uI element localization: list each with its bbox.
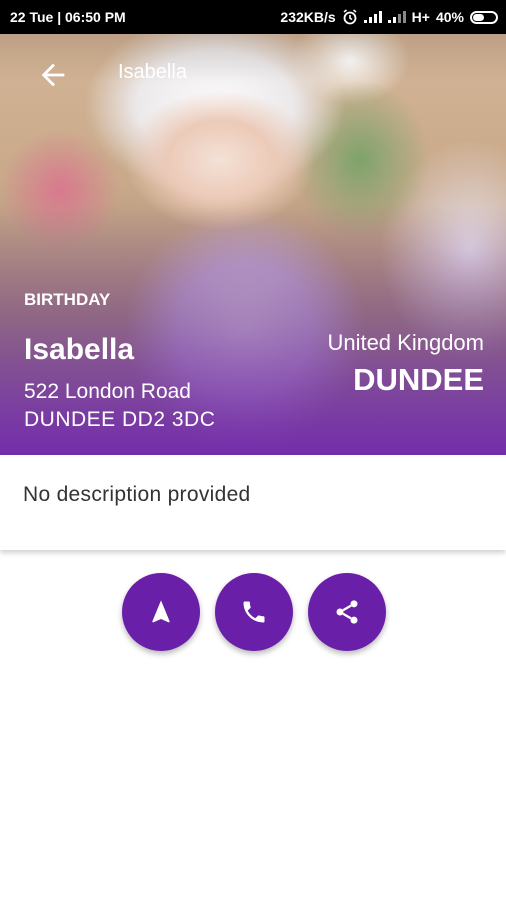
person-name: Isabella bbox=[24, 333, 135, 366]
network-type: H+ bbox=[411, 9, 430, 25]
arrow-left-icon bbox=[41, 63, 65, 87]
back-button[interactable] bbox=[36, 58, 70, 92]
address-line-1: 522 London Road bbox=[24, 380, 191, 403]
status-date-time: 22 Tue | 06:50 PM bbox=[10, 9, 126, 25]
navigation-icon bbox=[152, 600, 170, 623]
event-type-label: BIRTHDAY bbox=[24, 290, 111, 309]
status-bar: 22 Tue | 06:50 PM 232KB/s H+ 40% bbox=[0, 0, 506, 34]
signal-icon bbox=[363, 11, 382, 23]
description-text: No description provided bbox=[23, 483, 251, 506]
description-card: No description provided bbox=[0, 455, 506, 550]
city-label: DUNDEE bbox=[353, 362, 484, 397]
status-icons: 232KB/s H+ 40% bbox=[280, 9, 498, 25]
share-button[interactable] bbox=[308, 573, 386, 651]
call-button[interactable] bbox=[215, 573, 293, 651]
battery-percent: 40% bbox=[435, 9, 464, 25]
share-icon bbox=[336, 600, 358, 624]
network-speed: 232KB/s bbox=[280, 9, 336, 25]
battery-icon bbox=[470, 10, 498, 24]
navigate-button[interactable] bbox=[122, 573, 200, 651]
page-title: Isabella bbox=[118, 61, 187, 83]
address-line-2: DUNDEE DD2 3DC bbox=[24, 408, 216, 431]
alarm-icon bbox=[343, 9, 357, 25]
phone-icon bbox=[243, 601, 265, 623]
signal-icon-2 bbox=[387, 11, 406, 23]
country-label: United Kingdom bbox=[327, 330, 484, 355]
